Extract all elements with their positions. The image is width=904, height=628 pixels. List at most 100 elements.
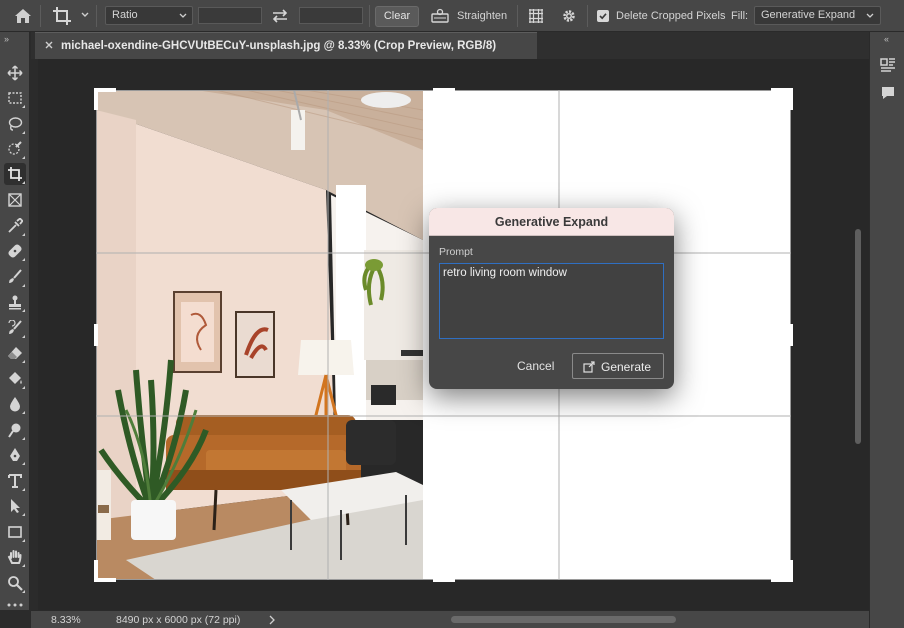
- checkmark-icon: [599, 13, 607, 20]
- generative-expand-dialog: Generative Expand Prompt retro living ro…: [429, 208, 674, 389]
- crop-handle-top-right[interactable]: [789, 88, 793, 110]
- crop-icon: [8, 167, 22, 181]
- generate-button[interactable]: Generate: [572, 353, 664, 379]
- path-selection-tool[interactable]: [4, 495, 26, 517]
- rectangle-tool[interactable]: [4, 521, 26, 543]
- document-tabbar: michael-oxendine-GHCVUtBECuY-unsplash.jp…: [31, 32, 869, 59]
- pen-tool[interactable]: [4, 444, 26, 466]
- chevron-down-icon[interactable]: [80, 10, 90, 20]
- clear-button[interactable]: Clear: [375, 6, 419, 27]
- comments-panel-icon[interactable]: [879, 84, 897, 102]
- generate-icon: [583, 361, 595, 373]
- width-input[interactable]: [198, 7, 262, 24]
- hand-tool[interactable]: [4, 546, 26, 568]
- lasso-icon: [8, 117, 23, 131]
- rectangle-icon: [8, 526, 22, 538]
- cancel-button[interactable]: Cancel: [517, 359, 554, 373]
- fill-select-value: Generative Expand: [761, 9, 856, 21]
- crop-handle-right[interactable]: [789, 324, 793, 346]
- quick-selection-tool[interactable]: [4, 138, 26, 160]
- delete-cropped-checkbox[interactable]: [597, 10, 609, 22]
- eraser-icon: [8, 347, 22, 359]
- crop-handle-bottom[interactable]: [433, 578, 455, 582]
- zoom-level[interactable]: 8.33%: [51, 614, 81, 626]
- chevron-right-icon[interactable]: [268, 615, 276, 625]
- history-brush-icon: [8, 320, 22, 334]
- lasso-tool[interactable]: [4, 113, 26, 135]
- living-room-photo[interactable]: [96, 90, 423, 580]
- straighten-label[interactable]: Straighten: [457, 10, 507, 22]
- gear-icon[interactable]: [561, 8, 577, 24]
- brush-tool[interactable]: [4, 266, 26, 288]
- swap-icon[interactable]: [271, 8, 289, 24]
- straighten-icon[interactable]: [431, 8, 449, 24]
- path-selection-icon: [11, 499, 20, 513]
- scrollbar-thumb[interactable]: [855, 229, 861, 444]
- horizontal-scrollbar-thumb[interactable]: [451, 616, 676, 623]
- crop-handle-bottom-right[interactable]: [789, 560, 793, 582]
- more-tools-icon[interactable]: [4, 600, 26, 610]
- status-bar: 8.33% 8490 px x 6000 px (72 ppi): [31, 610, 869, 628]
- eyedropper-icon: [8, 218, 23, 233]
- zoom-tool[interactable]: [4, 572, 26, 594]
- crop-tool[interactable]: [4, 163, 26, 185]
- divider: [96, 5, 97, 27]
- divider: [587, 5, 588, 27]
- marquee-icon: [8, 92, 22, 104]
- divider: [517, 5, 518, 27]
- type-tool[interactable]: [4, 470, 26, 492]
- panel-collapse-icon[interactable]: ››: [4, 34, 9, 44]
- move-icon: [7, 65, 23, 81]
- crop-tool-preset-icon[interactable]: [52, 6, 72, 26]
- clone-stamp-tool[interactable]: [4, 291, 26, 313]
- grid-overlay-icon[interactable]: [528, 8, 544, 24]
- crop-handle-top[interactable]: [433, 88, 455, 92]
- dialog-header[interactable]: Generative Expand: [429, 208, 674, 236]
- marquee-tool[interactable]: [4, 87, 26, 109]
- move-tool[interactable]: [4, 62, 26, 84]
- stamp-icon: [9, 295, 21, 310]
- document-tab[interactable]: michael-oxendine-GHCVUtBECuY-unsplash.jp…: [35, 32, 537, 59]
- dialog-title: Generative Expand: [494, 215, 609, 229]
- hand-icon: [7, 550, 22, 564]
- properties-panel-icon[interactable]: [879, 56, 897, 74]
- fill-label: Fill:: [731, 10, 749, 22]
- type-icon: [8, 474, 22, 488]
- blur-drop-icon: [10, 397, 20, 412]
- divider: [40, 5, 41, 27]
- document-tab-title: michael-oxendine-GHCVUtBECuY-unsplash.jp…: [61, 40, 497, 52]
- home-icon[interactable]: [14, 8, 32, 24]
- quick-selection-icon: [8, 141, 22, 155]
- fill-select[interactable]: Generative Expand: [754, 6, 881, 25]
- prompt-label: Prompt: [439, 246, 473, 258]
- crop-handle-left[interactable]: [94, 324, 98, 346]
- eyedropper-tool[interactable]: [4, 215, 26, 237]
- eraser-tool[interactable]: [4, 342, 26, 364]
- brush-icon: [9, 269, 22, 283]
- crop-handle-top-left[interactable]: [94, 88, 98, 110]
- chevron-down-icon: [866, 13, 874, 18]
- pen-icon: [10, 448, 20, 461]
- frame-tool[interactable]: [4, 189, 26, 211]
- prompt-input[interactable]: retro living room window: [439, 263, 664, 339]
- frame-icon: [8, 193, 22, 207]
- document-info: 8490 px x 6000 px (72 ppi): [116, 614, 241, 626]
- right-panel-dock: ‹‹: [869, 32, 904, 628]
- close-icon[interactable]: [44, 40, 54, 50]
- options-bar: Ratio Clear Straighten Delete Cropped Pi…: [0, 0, 904, 32]
- crop-handle-bottom-left[interactable]: [94, 560, 98, 582]
- paint-bucket-tool[interactable]: [4, 368, 26, 390]
- tools-panel: ››: [0, 32, 30, 610]
- spot-healing-tool[interactable]: [4, 240, 26, 262]
- dodge-icon: [8, 423, 21, 438]
- delete-cropped-label[interactable]: Delete Cropped Pixels: [616, 10, 725, 22]
- ratio-select[interactable]: Ratio: [105, 6, 193, 25]
- panel-collapse-icon[interactable]: ‹‹: [884, 34, 889, 44]
- vertical-scrollbar[interactable]: [851, 59, 865, 610]
- dodge-tool[interactable]: [4, 419, 26, 441]
- height-input[interactable]: [299, 7, 363, 24]
- history-brush-tool[interactable]: [4, 317, 26, 339]
- ratio-select-value: Ratio: [112, 9, 138, 21]
- blur-tool[interactable]: [4, 393, 26, 415]
- divider: [369, 5, 370, 27]
